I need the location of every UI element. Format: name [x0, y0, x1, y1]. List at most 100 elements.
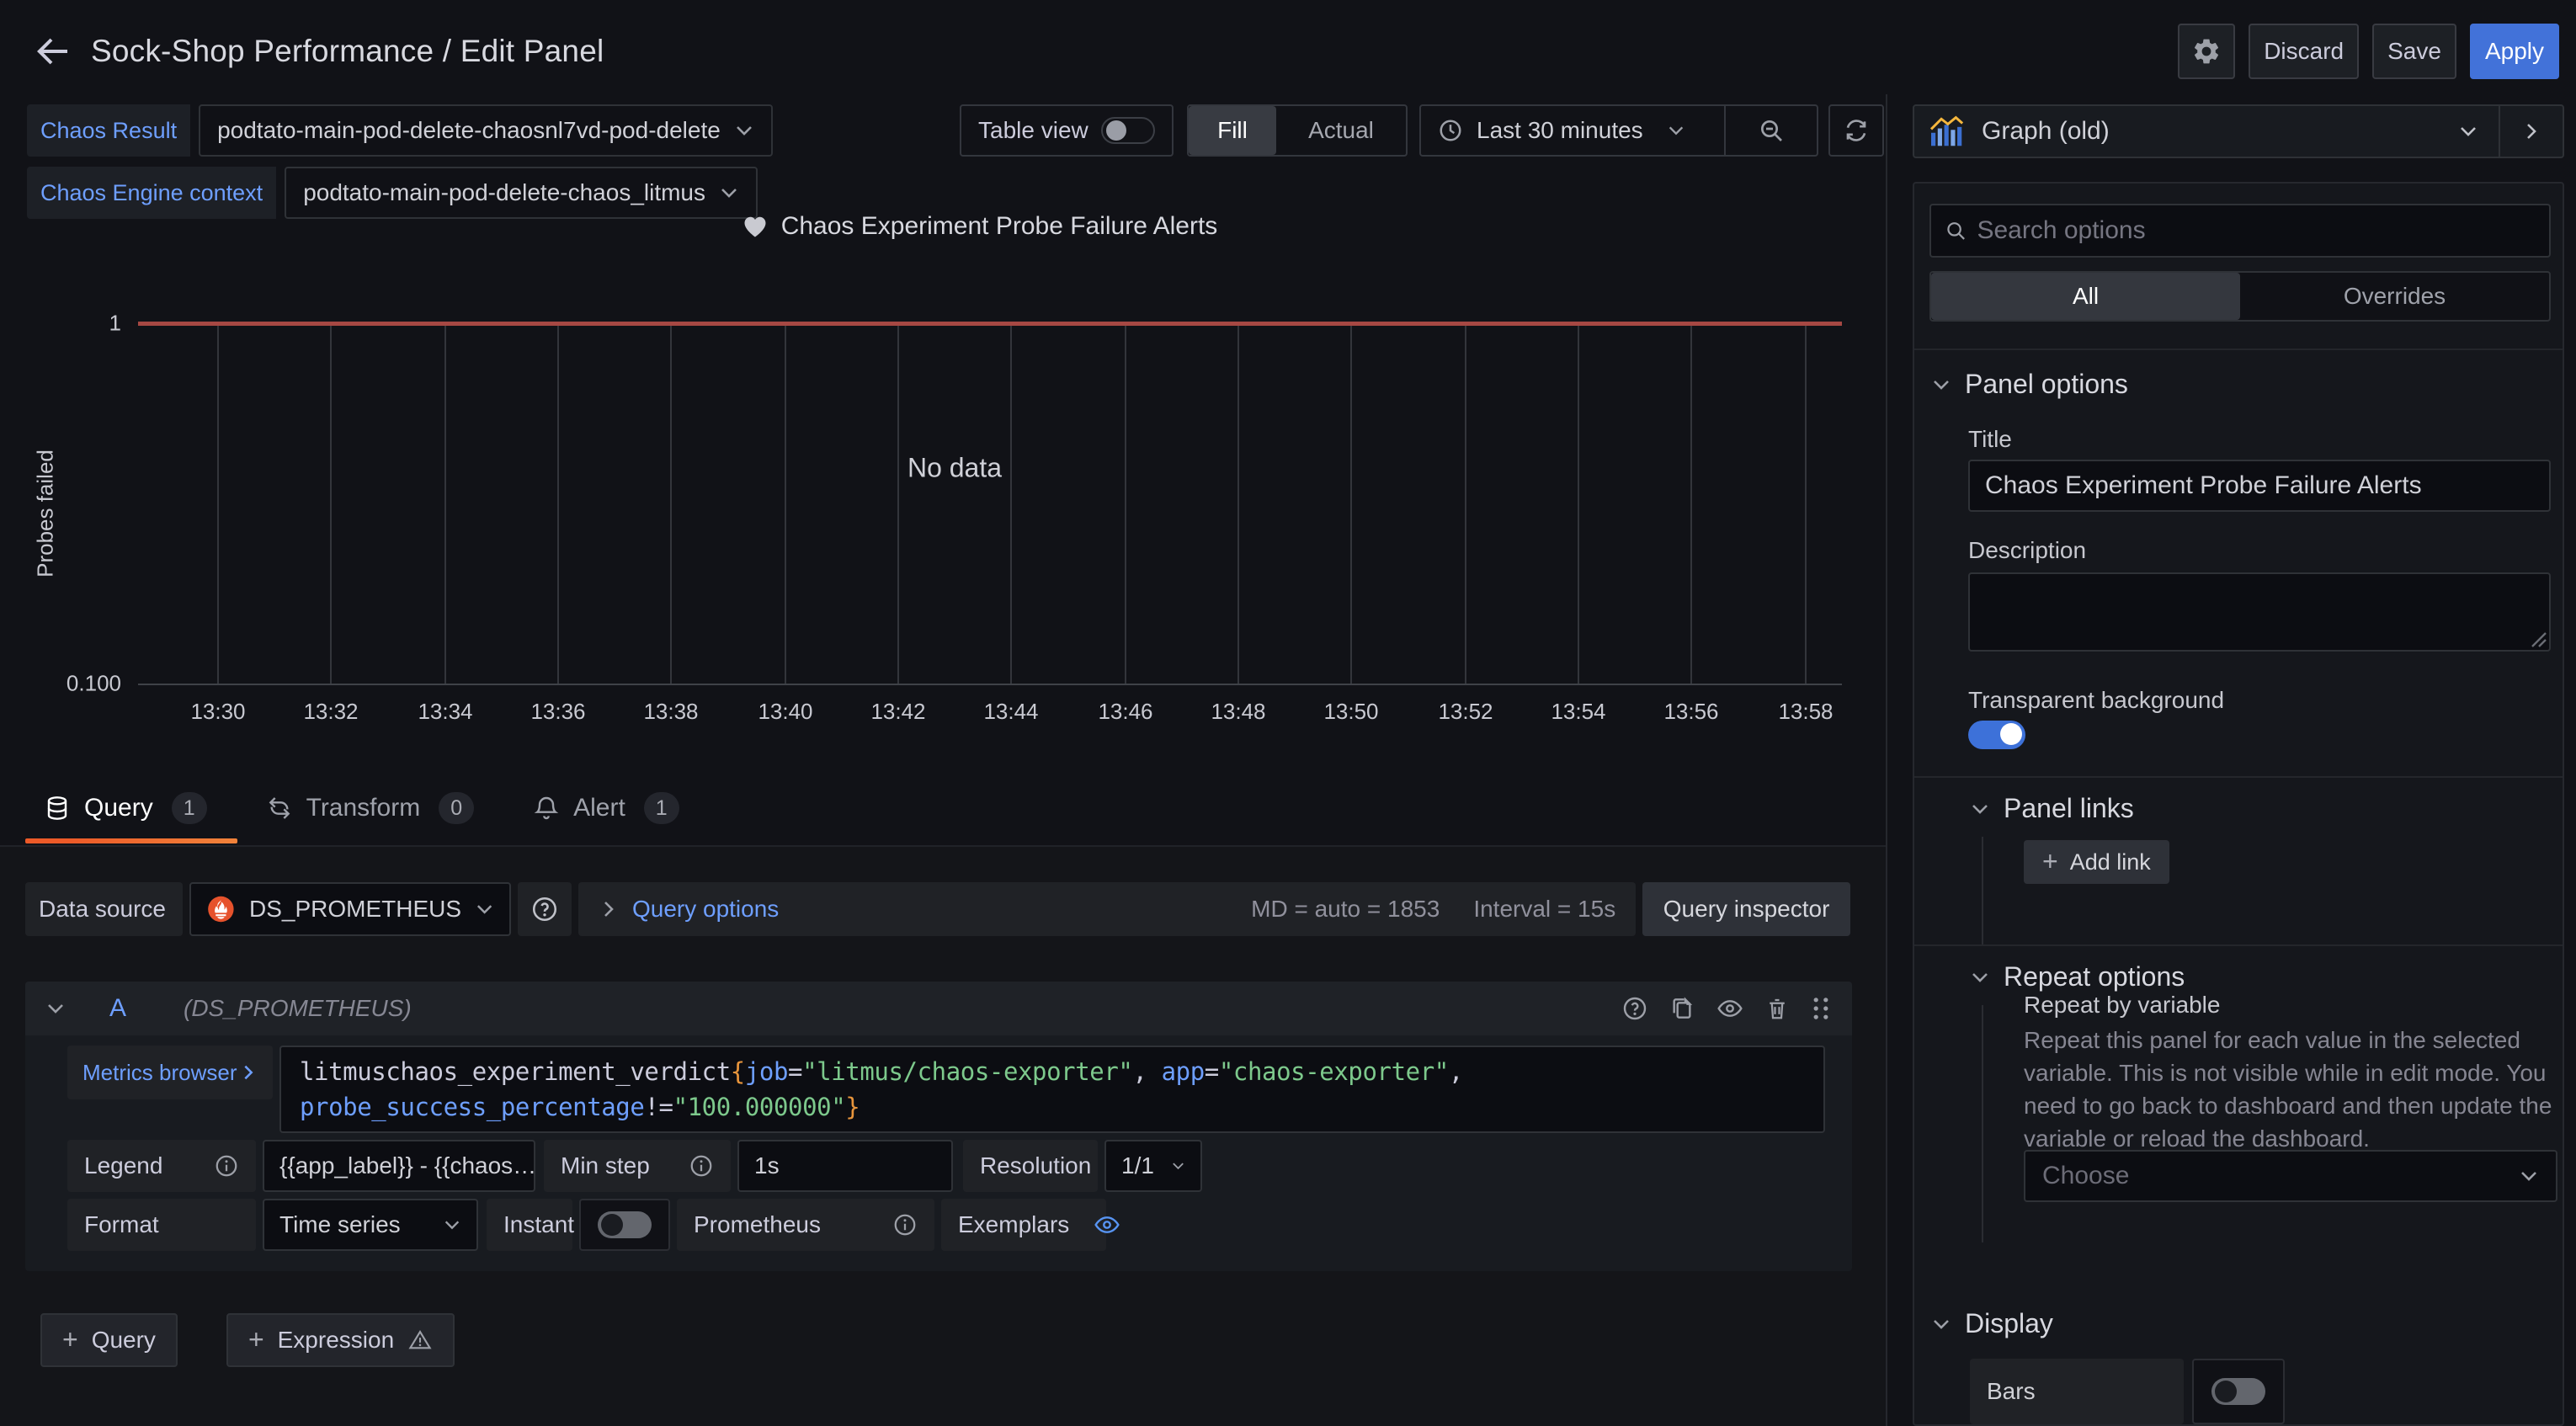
- datasource-picker[interactable]: DS_PROMETHEUS: [189, 882, 511, 936]
- code-token: litmuschaos_experiment_verdict: [300, 1057, 731, 1086]
- drag-handle-icon[interactable]: [1810, 995, 1832, 1022]
- x-tick-label: 13:54: [1522, 699, 1635, 725]
- gridline: [1805, 325, 1807, 685]
- format-select[interactable]: Time series: [263, 1199, 478, 1251]
- help-circle-icon[interactable]: [1621, 995, 1648, 1022]
- table-view-group: Table view: [960, 104, 1174, 157]
- repeat-by-label: Repeat by variable: [2024, 992, 2220, 1019]
- section-panel-options[interactable]: Panel options: [1931, 369, 2128, 400]
- exemplars-label: Exemplars: [941, 1199, 1106, 1251]
- options-search-input[interactable]: [1977, 216, 2536, 245]
- x-tick-label: 13:32: [274, 699, 387, 725]
- label-text: Legend: [84, 1152, 162, 1179]
- code-token: "litmus/chaos-exporter": [802, 1057, 1132, 1086]
- actual-option[interactable]: Actual: [1276, 106, 1406, 155]
- instant-toggle[interactable]: [598, 1211, 652, 1238]
- description-textarea[interactable]: [1968, 572, 2551, 652]
- refresh-button[interactable]: [1828, 104, 1884, 157]
- repeat-description: Repeat this panel for each value in the …: [2024, 1024, 2557, 1155]
- gridline: [1578, 325, 1579, 685]
- label-text: Resolution: [980, 1152, 1091, 1179]
- query-options-summary: MD = auto = 1853 Interval = 15s: [1251, 896, 1615, 923]
- toggle-knob: [601, 1214, 623, 1236]
- query-inspector-button[interactable]: Query inspector: [1642, 882, 1850, 936]
- button-label: Query: [92, 1327, 156, 1354]
- chevron-down-icon: [1970, 967, 1990, 987]
- chart-plot-area[interactable]: [138, 323, 1842, 685]
- variable-chaos-result: Chaos Result podtato-main-pod-delete-cha…: [27, 104, 773, 157]
- tab-query[interactable]: Query 1: [42, 771, 209, 845]
- table-view-toggle[interactable]: [1101, 117, 1155, 144]
- tab-count-badge: 0: [439, 792, 474, 824]
- gridline: [1010, 325, 1012, 685]
- section-title: Display: [1965, 1308, 2053, 1339]
- options-search[interactable]: [1929, 204, 2551, 258]
- metrics-browser-button[interactable]: Metrics browser: [67, 1046, 273, 1099]
- instant-label: Instant: [487, 1199, 572, 1251]
- code-token: =: [1205, 1057, 1219, 1086]
- add-expression-button[interactable]: + Expression: [226, 1313, 455, 1367]
- eye-icon: [1093, 1211, 1121, 1238]
- transparent-bg-label: Transparent background: [1968, 687, 2224, 714]
- prometheus-icon: [206, 894, 236, 924]
- gridline: [557, 325, 559, 685]
- fill-option[interactable]: Fill: [1189, 106, 1276, 155]
- code-token: "chaos-exporter": [1219, 1057, 1449, 1086]
- resolution-select[interactable]: 1/1: [1104, 1140, 1202, 1192]
- time-range-button[interactable]: Last 30 minutes: [1421, 106, 1724, 155]
- duplicate-icon[interactable]: [1669, 995, 1695, 1022]
- filter-all[interactable]: All: [1931, 273, 2240, 320]
- apply-button[interactable]: Apply: [2470, 24, 2559, 79]
- chevron-down-icon: [2458, 121, 2478, 141]
- tab-alert[interactable]: Alert 1: [531, 771, 681, 845]
- variable-value-dropdown[interactable]: podtato-main-pod-delete-chaosnl7vd-pod-d…: [199, 104, 773, 157]
- label-text: Format: [84, 1211, 159, 1238]
- bars-toggle[interactable]: [2211, 1378, 2265, 1405]
- prometheus-label: Prometheus: [677, 1199, 934, 1251]
- add-query-button[interactable]: + Query: [40, 1313, 178, 1367]
- plus-icon: +: [62, 1324, 78, 1355]
- code-token: app: [1162, 1057, 1205, 1086]
- code-token: probe_success_percentage: [300, 1093, 644, 1121]
- collapse-options-button[interactable]: [2499, 106, 2563, 157]
- eye-icon[interactable]: [1716, 995, 1744, 1022]
- min-step-input[interactable]: 1s: [737, 1140, 953, 1192]
- filter-overrides[interactable]: Overrides: [2240, 273, 2549, 320]
- panel-title-input[interactable]: [1968, 460, 2551, 512]
- section-repeat-options[interactable]: Repeat options: [1970, 961, 2185, 992]
- section-display[interactable]: Display: [1931, 1308, 2053, 1339]
- exemplars-toggle[interactable]: [1069, 1211, 1121, 1238]
- alert-heart-icon: [742, 215, 768, 238]
- repeat-variable-select[interactable]: Choose: [2024, 1150, 2557, 1202]
- zoom-out-button[interactable]: [1724, 106, 1817, 155]
- section-panel-links[interactable]: Panel links: [1970, 793, 2134, 824]
- x-tick-label: 13:56: [1635, 699, 1748, 725]
- panel-settings-button[interactable]: [2178, 24, 2235, 79]
- bell-icon: [533, 795, 560, 822]
- trash-icon[interactable]: [1764, 995, 1790, 1022]
- panel-title: Chaos Experiment Probe Failure Alerts: [37, 212, 1923, 241]
- datasource-help-button[interactable]: [518, 882, 572, 936]
- query-ref-id: A: [109, 994, 126, 1023]
- gridline: [785, 325, 786, 685]
- variable-value: podtato-main-pod-delete-chaos_litmus: [303, 179, 705, 206]
- chevron-down-icon: [1667, 121, 1685, 140]
- legend-format-input[interactable]: {{app_label}} - {{chaos…: [263, 1140, 535, 1192]
- query-row-header[interactable]: A (DS_PROMETHEUS): [25, 982, 1852, 1035]
- query-options-link[interactable]: Query options: [632, 896, 779, 923]
- variable-value-dropdown[interactable]: podtato-main-pod-delete-chaos_litmus: [285, 167, 758, 219]
- visualization-picker[interactable]: Graph (old): [1913, 104, 2564, 158]
- chevron-down-icon: [1970, 799, 1990, 819]
- transparent-bg-toggle[interactable]: [1968, 721, 2025, 749]
- add-link-button[interactable]: + Add link: [2024, 840, 2169, 884]
- promql-editor[interactable]: litmuschaos_experiment_verdict{job="litm…: [279, 1046, 1825, 1133]
- discard-button[interactable]: Discard: [2249, 24, 2359, 79]
- tab-transform[interactable]: Transform 0: [264, 771, 476, 845]
- button-label: Add link: [2070, 849, 2151, 875]
- database-icon: [44, 795, 71, 822]
- variable-label: Chaos Engine context: [27, 167, 276, 219]
- info-icon-wrapper: [190, 1153, 239, 1179]
- save-button[interactable]: Save: [2372, 24, 2456, 79]
- table-view-label: Table view: [978, 117, 1088, 144]
- divider: [1914, 944, 2563, 946]
